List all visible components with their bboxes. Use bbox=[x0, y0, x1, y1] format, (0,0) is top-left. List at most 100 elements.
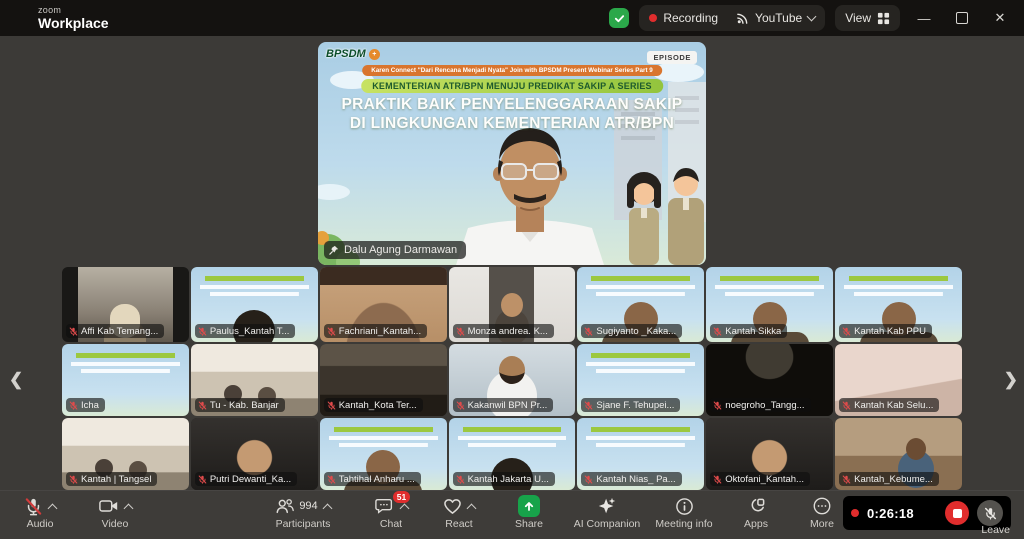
participant-name: Kantah Sikka bbox=[725, 326, 781, 337]
participant-nametag: Kantah_Kota Ter... bbox=[324, 398, 423, 412]
share-screen-icon bbox=[518, 495, 540, 517]
participant-tile[interactable]: Kantah Jakarta U... bbox=[449, 418, 576, 490]
participant-tile[interactable]: Fachriani_Kantah... bbox=[320, 267, 447, 342]
minimize-button[interactable]: — bbox=[910, 5, 938, 31]
participant-nametag: Kantah_Kebume... bbox=[839, 472, 939, 486]
participant-tile[interactable]: Tahtihal Anharu ... bbox=[320, 418, 447, 490]
participant-name: Monza andrea. K... bbox=[468, 326, 548, 337]
participant-tile[interactable]: Kantah Kab Selu... bbox=[835, 344, 962, 416]
gallery-next-arrow-icon[interactable]: ❯ bbox=[1004, 370, 1018, 390]
participant-nametag: Icha bbox=[66, 398, 105, 412]
muted-mic-icon bbox=[713, 401, 722, 410]
participant-tile[interactable]: noegroho_Tangg... bbox=[706, 344, 833, 416]
participant-name: Fachriani_Kantah... bbox=[339, 326, 421, 337]
muted-mic-icon bbox=[842, 327, 851, 336]
slide-title-line2: DI LINGKUNGAN KEMENTERIAN ATR/BPN bbox=[318, 115, 706, 134]
participant-nametag: Sugiyanto _Kaka... bbox=[581, 324, 682, 338]
recording-label[interactable]: Recording bbox=[663, 11, 718, 25]
react-chevron-icon[interactable] bbox=[467, 503, 477, 513]
muted-mic-icon bbox=[327, 401, 336, 410]
participant-tile[interactable]: Sjane F. Tehupei... bbox=[577, 344, 704, 416]
participant-nametag: Tahtihal Anharu ... bbox=[324, 472, 421, 486]
participant-nametag: Tu - Kab. Banjar bbox=[195, 398, 285, 412]
participant-nametag: Kantah | Tangsel bbox=[66, 472, 157, 486]
participant-tile[interactable]: Paulus_Kantah T... bbox=[191, 267, 318, 342]
participant-tile[interactable]: Affi Kab Temang... bbox=[62, 267, 189, 342]
audio-options-chevron-icon[interactable] bbox=[48, 503, 58, 513]
participant-name: Kantah Kab Selu... bbox=[854, 400, 933, 411]
participant-grid: Affi Kab Temang... Paulus_Kantah T... Fa… bbox=[62, 267, 962, 490]
participant-tile[interactable]: Sugiyanto _Kaka... bbox=[577, 267, 704, 342]
youtube-stream-label[interactable]: YouTube bbox=[755, 11, 802, 25]
participant-tile[interactable]: Kantah_Kebume... bbox=[835, 418, 962, 490]
participant-tile[interactable]: Kantah Kab PPU bbox=[835, 267, 962, 342]
participant-name: Sugiyanto _Kaka... bbox=[596, 326, 676, 337]
muted-mic-icon bbox=[584, 327, 593, 336]
slide-title: PRAKTIK BAIK PENYELENGGARAAN SAKIP DI LI… bbox=[318, 96, 706, 134]
participant-tile[interactable]: Monza andrea. K... bbox=[449, 267, 576, 342]
participant-nametag: Kantah Jakarta U... bbox=[453, 472, 555, 486]
mic-muted-icon bbox=[24, 497, 43, 516]
participant-tile[interactable]: Icha bbox=[62, 344, 189, 416]
participant-name: Icha bbox=[81, 400, 99, 411]
camera-icon bbox=[99, 498, 119, 514]
participant-tile[interactable]: Putri Dewanti_Ka... bbox=[191, 418, 318, 490]
participant-name: Tu - Kab. Banjar bbox=[210, 400, 279, 411]
participants-chevron-icon[interactable] bbox=[322, 503, 332, 513]
participant-nametag: Kakanwil BPN Pr... bbox=[453, 398, 554, 412]
info-icon bbox=[675, 497, 694, 516]
muted-mic-icon bbox=[456, 475, 465, 484]
muted-mic-icon bbox=[69, 401, 78, 410]
participant-nametag: Affi Kab Temang... bbox=[66, 324, 164, 338]
restore-button[interactable] bbox=[948, 5, 976, 31]
muted-mic-icon bbox=[69, 327, 78, 336]
muted-mic-icon bbox=[69, 475, 78, 484]
participant-name: Kantah Kab PPU bbox=[854, 326, 926, 337]
bpsdm-logo: BPSDM + bbox=[326, 48, 380, 60]
leave-button[interactable]: Leave bbox=[981, 524, 1010, 536]
view-button[interactable]: View bbox=[835, 5, 900, 31]
recording-timer: 0:26:18 bbox=[867, 506, 914, 521]
chevron-down-icon[interactable] bbox=[807, 12, 817, 22]
recording-mic-muted-button[interactable] bbox=[977, 500, 1003, 526]
speaker-nametag: Dalu Agung Darmawan bbox=[324, 241, 466, 259]
recording-dot-icon bbox=[649, 14, 657, 22]
video-button[interactable]: Video bbox=[70, 495, 160, 530]
participant-tile[interactable]: Kantah_Kota Ter... bbox=[320, 344, 447, 416]
participant-tile[interactable]: Oktofani_Kantah... bbox=[706, 418, 833, 490]
participant-name: Paulus_Kantah T... bbox=[210, 326, 290, 337]
lc-logo-icon: + bbox=[369, 49, 380, 60]
muted-mic-icon bbox=[584, 475, 593, 484]
stop-recording-button[interactable] bbox=[945, 501, 969, 525]
live-stream-icon bbox=[736, 12, 749, 25]
more-icon bbox=[812, 496, 832, 516]
participant-name: Oktofani_Kantah... bbox=[725, 474, 804, 485]
participant-name: Tahtihal Anharu ... bbox=[339, 474, 415, 485]
video-options-chevron-icon[interactable] bbox=[123, 503, 133, 513]
active-speaker-tile[interactable]: BPSDM + EPISODE Karen Connect "Dari Renc… bbox=[318, 42, 706, 265]
muted-mic-icon bbox=[842, 475, 851, 484]
chat-chevron-icon[interactable] bbox=[399, 503, 409, 513]
video-label: Video bbox=[70, 518, 160, 530]
chat-badge: 51 bbox=[393, 491, 410, 503]
webinar-series-ribbon: Karen Connect "Dari Rencana Menjadi Nyat… bbox=[362, 65, 662, 76]
participant-tile[interactable]: Tu - Kab. Banjar bbox=[191, 344, 318, 416]
participant-tile[interactable]: Kakanwil BPN Pr... bbox=[449, 344, 576, 416]
muted-mic-icon bbox=[456, 401, 465, 410]
participant-name: Affi Kab Temang... bbox=[81, 326, 158, 337]
participants-button[interactable]: 994 Participants bbox=[253, 495, 353, 530]
meeting-toolbar: Audio Video 994 Participants bbox=[0, 490, 1024, 539]
gallery-grid-icon bbox=[877, 12, 890, 25]
participant-tile[interactable]: Kantah Sikka bbox=[706, 267, 833, 342]
chat-icon bbox=[375, 497, 395, 515]
participant-tile[interactable]: Kantah Nias_ Pa... bbox=[577, 418, 704, 490]
muted-mic-icon bbox=[198, 475, 207, 484]
security-shield-icon[interactable] bbox=[609, 8, 629, 28]
participant-name: Kakanwil BPN Pr... bbox=[468, 400, 548, 411]
participant-tile[interactable]: Kantah | Tangsel bbox=[62, 418, 189, 490]
muted-mic-icon bbox=[198, 401, 207, 410]
muted-mic-icon bbox=[584, 401, 593, 410]
gallery-prev-arrow-icon[interactable]: ❮ bbox=[9, 370, 23, 390]
bpsdm-logo-text: BPSDM bbox=[326, 48, 366, 60]
close-button[interactable]: ✕ bbox=[986, 5, 1014, 31]
